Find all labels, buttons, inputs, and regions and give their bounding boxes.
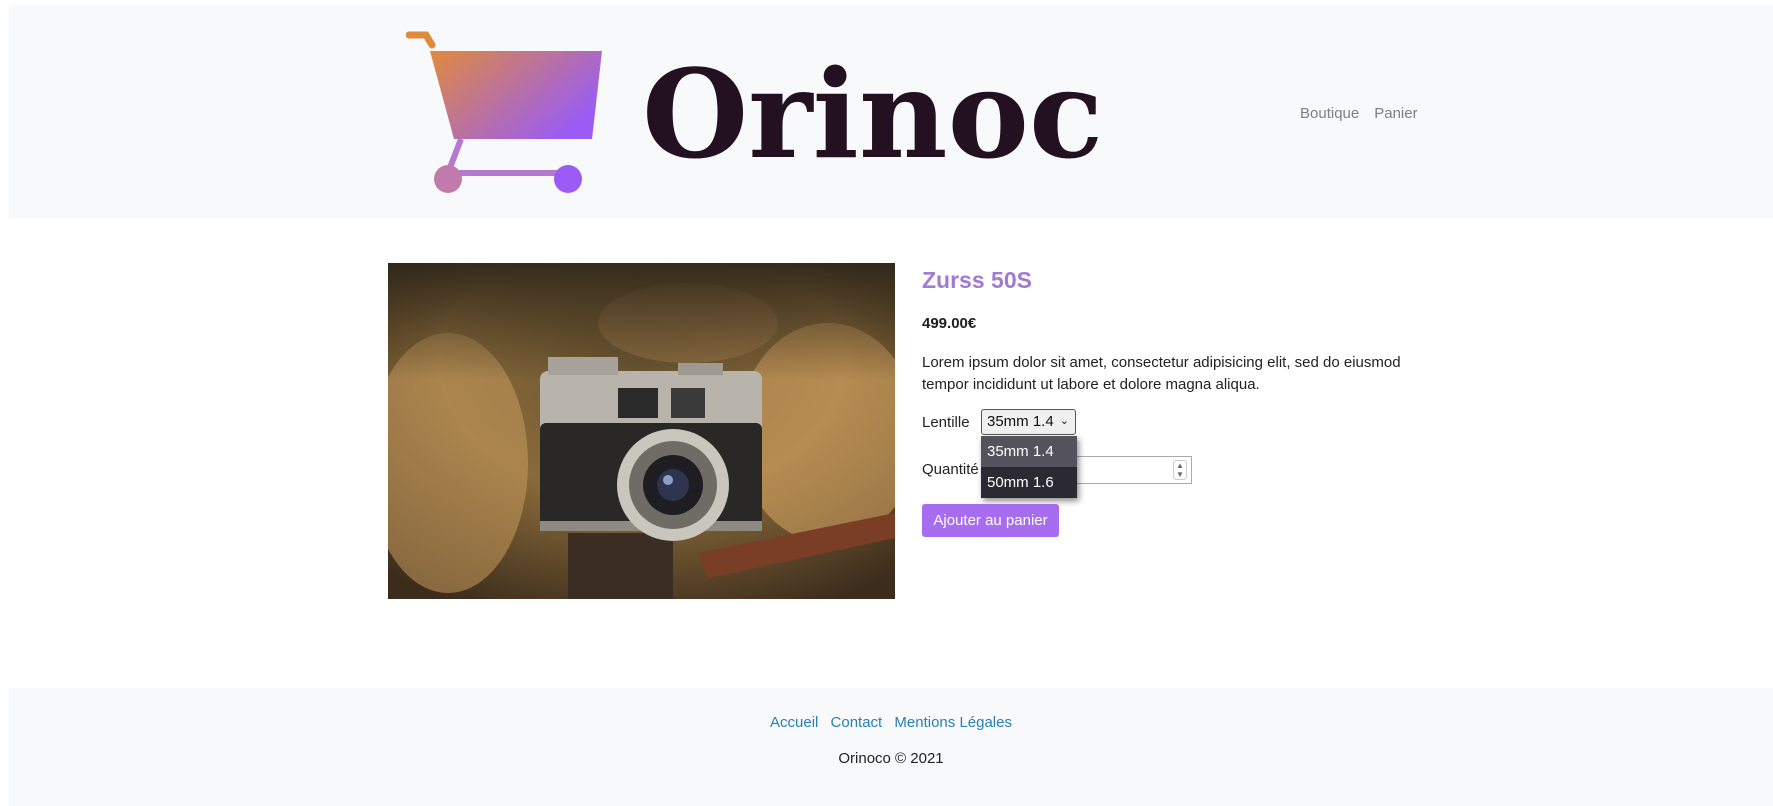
quantity-input[interactable]: ▲ ▼ — [1062, 456, 1192, 484]
footer-link-contact[interactable]: Contact — [831, 714, 883, 731]
main-nav: Boutique Panier — [1300, 105, 1418, 122]
footer-link-mentions[interactable]: Mentions Légales — [894, 714, 1012, 731]
quantity-label: Quantité — [922, 461, 979, 478]
site-footer: Accueil Contact Mentions Légales Orinoco… — [9, 688, 1773, 806]
shopping-cart-icon — [406, 31, 602, 193]
orinoco-logo[interactable]: Orinoco — [406, 25, 1106, 205]
lens-option[interactable]: 35mm 1.4 — [981, 436, 1077, 467]
product-description: Lorem ipsum dolor sit amet, consectetur … — [922, 354, 1401, 393]
footer-link-accueil[interactable]: Accueil — [770, 714, 818, 731]
quantity-stepper[interactable]: ▲ ▼ — [1173, 460, 1187, 480]
copyright: Orinoco © 2021 — [838, 750, 944, 767]
lens-dropdown-list: 35mm 1.4 50mm 1.6 — [981, 436, 1077, 498]
lens-label: Lentille — [922, 414, 970, 431]
add-to-cart-button[interactable]: Ajouter au panier — [922, 504, 1059, 537]
lens-select-value: 35mm 1.4 — [987, 413, 1054, 430]
lens-select[interactable]: 35mm 1.4 ⌄ — [981, 409, 1076, 435]
chevron-down-icon: ⌄ — [1059, 415, 1069, 427]
lens-option[interactable]: 50mm 1.6 — [981, 467, 1077, 498]
site-header: Orinoco Boutique Panier — [9, 5, 1773, 218]
product-title: Zurss 50S — [922, 267, 1032, 293]
footer-links: Accueil Contact Mentions Légales — [9, 714, 1773, 731]
brand-wordmark: Orinoco — [642, 42, 1106, 186]
product-price: 499.00€ — [922, 315, 977, 332]
product-image — [388, 263, 895, 599]
nav-panier[interactable]: Panier — [1374, 105, 1417, 122]
nav-boutique[interactable]: Boutique — [1300, 105, 1359, 122]
